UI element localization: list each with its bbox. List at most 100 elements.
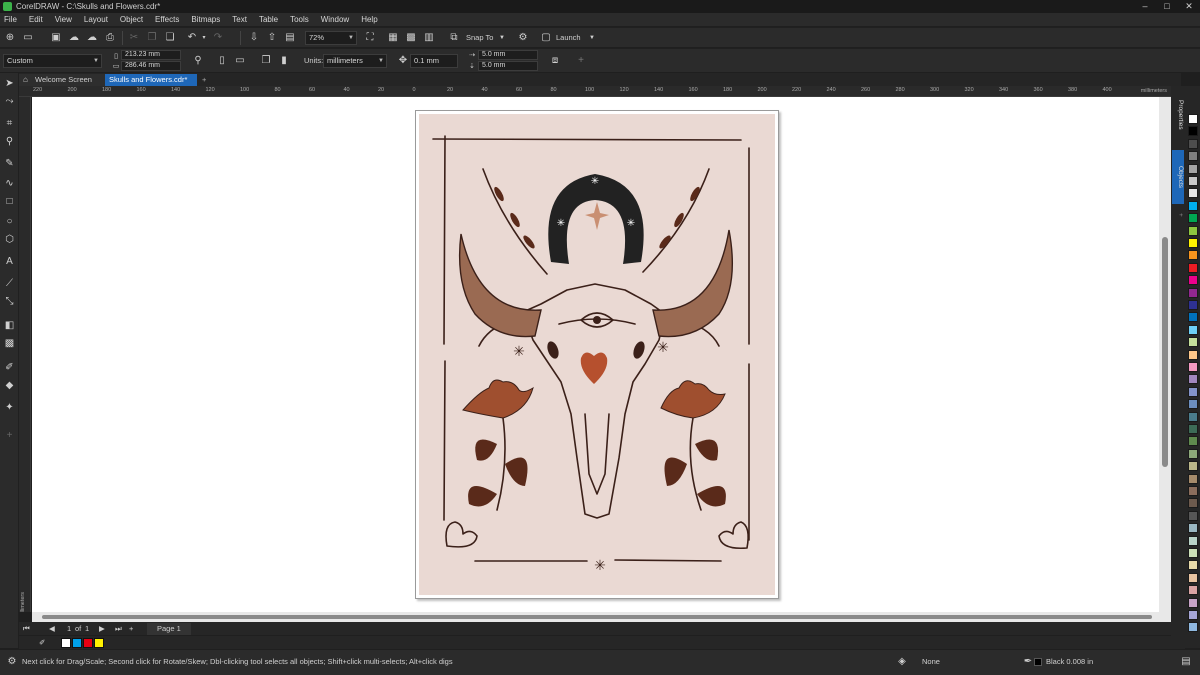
- tab-welcome-screen[interactable]: ⌂ Welcome Screen: [19, 74, 105, 86]
- shape-tool-icon[interactable]: ⤳: [3, 95, 16, 108]
- paste-icon[interactable]: ❏: [164, 32, 176, 44]
- palette-swatch[interactable]: [1188, 585, 1198, 596]
- current-page-icon[interactable]: ▮: [278, 55, 290, 67]
- menu-object[interactable]: Object: [120, 15, 143, 24]
- properties-docker-tab[interactable]: Properties: [1172, 90, 1184, 140]
- palette-swatch[interactable]: [1188, 362, 1198, 372]
- show-rulers-icon[interactable]: ▦: [387, 32, 399, 44]
- document-palette-swatch[interactable]: [94, 638, 104, 648]
- eyedropper-tool-icon[interactable]: ✐: [3, 361, 16, 374]
- first-page-icon[interactable]: ⏮: [23, 623, 30, 635]
- palette-swatch[interactable]: [1188, 337, 1198, 348]
- copy-icon[interactable]: ❐: [146, 32, 158, 44]
- palette-swatch[interactable]: [1188, 275, 1198, 286]
- artistic-media-tool-icon[interactable]: ∿: [3, 177, 16, 190]
- palette-swatch[interactable]: [1188, 399, 1198, 410]
- drop-shadow-tool-icon[interactable]: ◧: [3, 319, 16, 332]
- document-palette-swatch[interactable]: [72, 638, 82, 648]
- palette-swatch[interactable]: [1188, 386, 1198, 397]
- cloud-sync-icon[interactable]: ☁: [86, 32, 98, 44]
- add-page-button[interactable]: +: [129, 623, 133, 635]
- show-grid-icon[interactable]: ▩: [405, 32, 417, 44]
- palette-swatch[interactable]: [1188, 238, 1198, 248]
- portrait-orientation-icon[interactable]: ▯: [216, 55, 228, 67]
- maximize-button[interactable]: □: [1156, 0, 1178, 13]
- vertical-ruler[interactable]: millimeters: [19, 97, 31, 612]
- horizontal-scroll-thumb[interactable]: [42, 615, 1152, 619]
- export-pdf-icon[interactable]: ▤: [284, 32, 296, 44]
- objects-docker-tab[interactable]: Objects: [1172, 150, 1184, 204]
- undo-dropdown-icon[interactable]: ▾: [198, 32, 210, 44]
- palette-swatch[interactable]: [1188, 176, 1198, 186]
- snap-to-icon[interactable]: ⧉: [448, 32, 460, 44]
- menu-tools[interactable]: Tools: [290, 15, 309, 24]
- palette-swatch[interactable]: [1188, 486, 1198, 496]
- next-page-icon[interactable]: ▶: [99, 623, 105, 635]
- show-guidelines-icon[interactable]: ▥: [423, 32, 435, 44]
- freehand-tool-icon[interactable]: ✎: [3, 157, 16, 170]
- palette-swatch[interactable]: [1188, 535, 1198, 546]
- palette-swatch[interactable]: [1188, 572, 1198, 583]
- add-tab-button[interactable]: +: [200, 74, 212, 86]
- palette-swatch[interactable]: [1188, 287, 1198, 298]
- undo-icon[interactable]: ↶: [186, 32, 198, 44]
- upload-cloud-icon[interactable]: ☁: [68, 32, 80, 44]
- page-width-field[interactable]: 213.23 mm: [121, 50, 181, 60]
- menu-layout[interactable]: Layout: [84, 15, 108, 24]
- palette-swatch[interactable]: [1188, 560, 1198, 571]
- launch-icon[interactable]: ▢: [540, 32, 552, 44]
- palette-swatch[interactable]: [1188, 461, 1198, 472]
- palette-swatch[interactable]: [1188, 225, 1198, 236]
- fill-indicator-icon[interactable]: ◈: [896, 656, 908, 668]
- launch-dropdown-icon[interactable]: ▼: [589, 32, 595, 44]
- zoom-tool-icon[interactable]: ⚲: [3, 135, 16, 148]
- pick-tool-icon[interactable]: ➤: [3, 77, 16, 90]
- cut-icon[interactable]: ✂: [128, 32, 140, 44]
- vertical-scroll-thumb[interactable]: [1162, 237, 1168, 467]
- nudge-distance-field[interactable]: 0.1 mm: [410, 54, 458, 68]
- palette-swatch[interactable]: [1188, 151, 1198, 162]
- parallel-dimension-tool-icon[interactable]: ⟋: [3, 277, 16, 290]
- palette-swatch[interactable]: [1188, 597, 1198, 608]
- palette-swatch[interactable]: [1188, 424, 1198, 434]
- export-icon[interactable]: ⇧: [266, 32, 278, 44]
- text-tool-icon[interactable]: A: [3, 255, 16, 268]
- tab-skulls-and-flowers[interactable]: Skulls and Flowers.cdr*: [105, 74, 197, 86]
- outline-pen-icon[interactable]: ✒: [1022, 656, 1034, 668]
- rectangle-tool-icon[interactable]: □: [3, 195, 16, 208]
- palette-swatch[interactable]: [1188, 374, 1198, 385]
- zoom-level-dropdown[interactable]: 72% ▼: [305, 31, 357, 45]
- palette-swatch[interactable]: [1188, 138, 1198, 149]
- menu-file[interactable]: File: [4, 15, 17, 24]
- close-button[interactable]: ✕: [1178, 0, 1200, 13]
- palette-swatch[interactable]: [1188, 523, 1198, 534]
- palette-swatch[interactable]: [1188, 312, 1198, 323]
- connector-tool-icon[interactable]: ⤡: [3, 295, 16, 308]
- palette-swatch[interactable]: [1188, 126, 1198, 137]
- palette-swatch[interactable]: [1188, 411, 1198, 422]
- menu-bitmaps[interactable]: Bitmaps: [191, 15, 220, 24]
- duplicate-distance-y-field[interactable]: 5.0 mm: [478, 61, 538, 71]
- crop-tool-icon[interactable]: ⌗: [3, 117, 16, 130]
- ellipse-tool-icon[interactable]: ○: [3, 215, 16, 228]
- print-icon[interactable]: ⎙: [104, 32, 116, 44]
- snap-to-dropdown-icon[interactable]: ▼: [499, 32, 505, 44]
- palette-swatch[interactable]: [1188, 548, 1198, 558]
- menu-window[interactable]: Window: [321, 15, 349, 24]
- import-icon[interactable]: ⇩: [248, 32, 260, 44]
- page-height-field[interactable]: 286.46 mm: [121, 61, 181, 71]
- page-1-tab[interactable]: Page 1: [147, 623, 191, 635]
- duplicate-distance-x-field[interactable]: 5.0 mm: [478, 50, 538, 60]
- add-toolbar-item-icon[interactable]: +: [575, 55, 587, 67]
- menu-text[interactable]: Text: [232, 15, 247, 24]
- smart-fill-tool-icon[interactable]: ✦: [3, 401, 16, 414]
- palette-swatch[interactable]: [1188, 610, 1198, 620]
- new-document-icon[interactable]: ⊕: [4, 32, 16, 44]
- paper-type-icon[interactable]: ⚲: [192, 55, 204, 67]
- snap-to-label[interactable]: Snap To: [466, 32, 493, 44]
- horizontal-scrollbar[interactable]: [32, 612, 1171, 622]
- eyedropper-icon[interactable]: ✐: [39, 637, 45, 649]
- menu-table[interactable]: Table: [259, 15, 278, 24]
- color-management-icon[interactable]: ▤: [1180, 656, 1192, 668]
- palette-swatch[interactable]: [1188, 448, 1198, 459]
